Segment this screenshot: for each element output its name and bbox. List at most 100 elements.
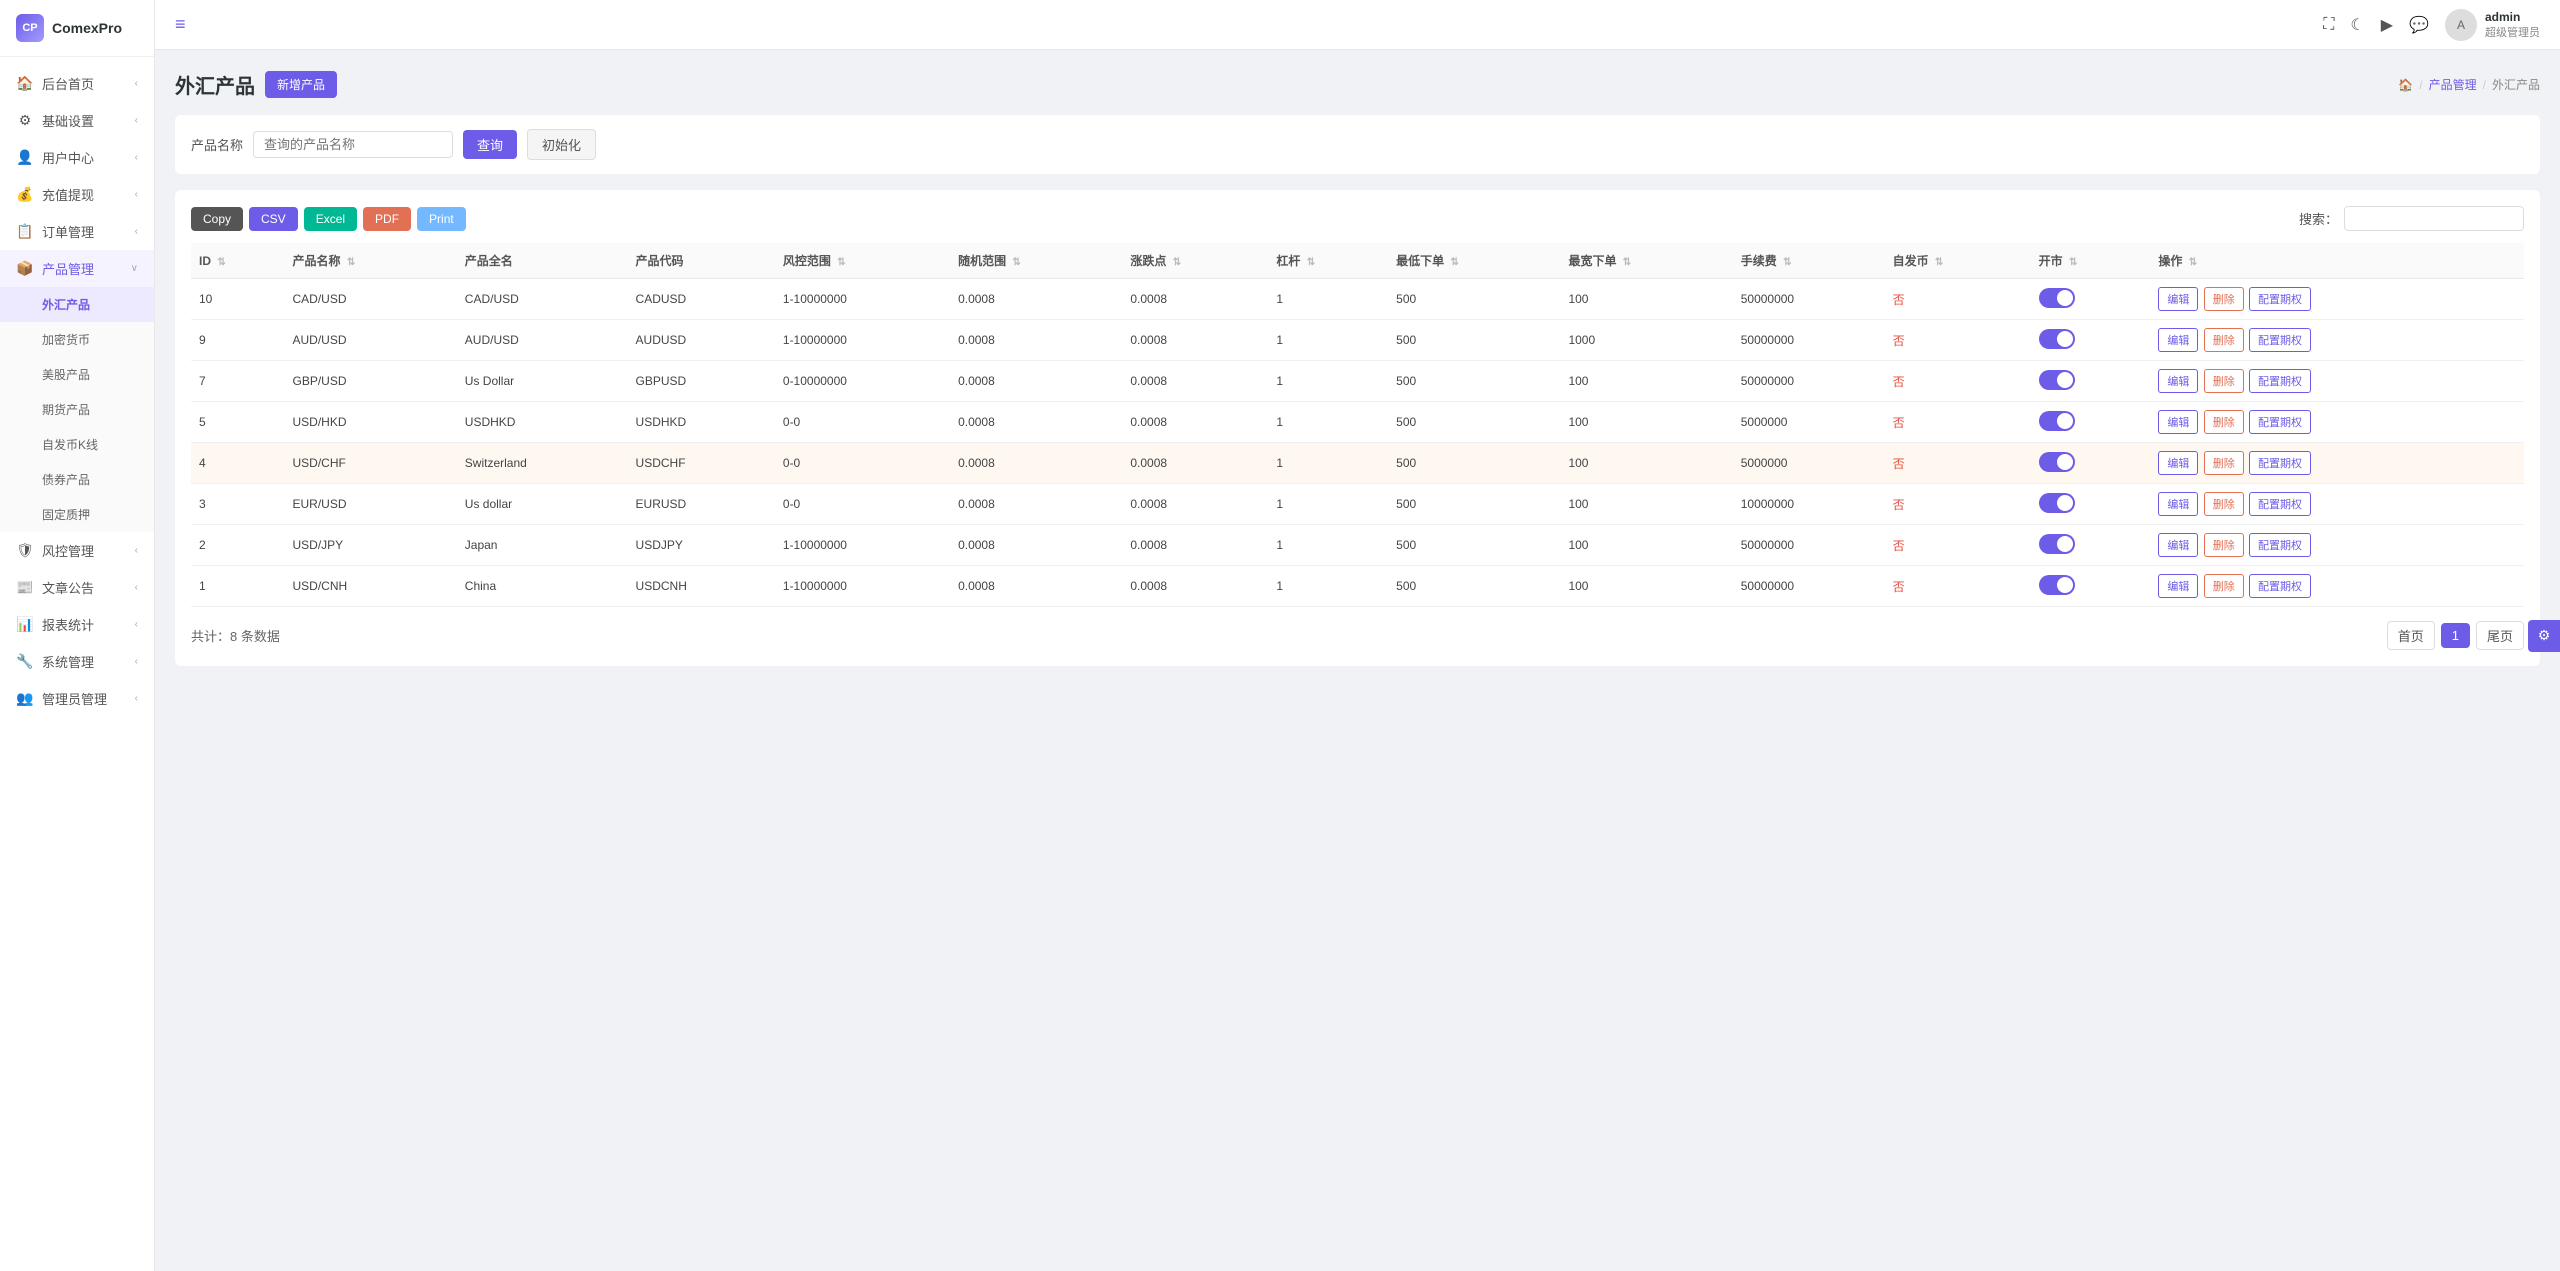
edit-button[interactable]: 编辑 (2158, 533, 2198, 557)
toggle-open[interactable] (2039, 411, 2075, 431)
sidebar-item-dashboard[interactable]: 🏠 后台首页 ‹ (0, 65, 154, 102)
edit-button[interactable]: 编辑 (2158, 410, 2198, 434)
delete-button[interactable]: 删除 (2204, 492, 2244, 516)
video-icon[interactable]: ▶ (2381, 15, 2393, 35)
toggle-open[interactable] (2039, 575, 2075, 595)
col-risk-range[interactable]: 风控范围 ⇅ (775, 243, 950, 279)
toggle-open[interactable] (2039, 288, 2075, 308)
cell-id: 1 (191, 566, 285, 607)
col-max-order[interactable]: 最宽下单 ⇅ (1560, 243, 1732, 279)
sidebar-item-announcements[interactable]: 📰 文章公告 ‹ (0, 569, 154, 606)
sidebar-item-us-stocks[interactable]: 美股产品 (0, 357, 154, 392)
config-button[interactable]: 配置期权 (2249, 287, 2311, 311)
dark-mode-icon[interactable]: ☾ (2350, 15, 2364, 35)
config-button[interactable]: 配置期权 (2249, 533, 2311, 557)
sidebar-item-bonds[interactable]: 债券产品 (0, 462, 154, 497)
cell-open (2031, 525, 2151, 566)
cell-risk-range: 1-10000000 (775, 279, 950, 320)
config-button[interactable]: 配置期权 (2249, 492, 2311, 516)
first-page-button[interactable]: 首页 (2387, 621, 2435, 650)
toggle-open[interactable] (2039, 329, 2075, 349)
search-button[interactable]: 查询 (463, 130, 517, 159)
cell-fee: 50000000 (1733, 525, 1885, 566)
sidebar-item-order-mgmt[interactable]: 📋 订单管理 ‹ (0, 213, 154, 250)
settings-fab[interactable]: ⚙ (2528, 620, 2560, 652)
col-open[interactable]: 开市 ⇅ (2031, 243, 2151, 279)
chevron-icon: ‹ (135, 545, 138, 556)
col-random-range[interactable]: 随机范围 ⇅ (950, 243, 1122, 279)
chat-icon[interactable]: 💬 (2409, 15, 2429, 35)
last-page-button[interactable]: 尾页 (2476, 621, 2524, 650)
sidebar-item-basic-settings[interactable]: ⚙ 基础设置 ‹ (0, 102, 154, 139)
col-leverage[interactable]: 杠杆 ⇅ (1268, 243, 1388, 279)
hamburger-icon[interactable]: ≡ (175, 14, 186, 35)
col-currency[interactable]: 自发币 ⇅ (1885, 243, 2031, 279)
sidebar-item-reports[interactable]: 📊 报表统计 ‹ (0, 606, 154, 643)
table-search-input[interactable] (2344, 206, 2524, 231)
delete-button[interactable]: 删除 (2204, 574, 2244, 598)
toggle-open[interactable] (2039, 534, 2075, 554)
config-button[interactable]: 配置期权 (2249, 574, 2311, 598)
config-button[interactable]: 配置期权 (2249, 328, 2311, 352)
new-product-button[interactable]: 新增产品 (265, 71, 337, 98)
sidebar: CP ComexPro 🏠 后台首页 ‹ ⚙ 基础设置 ‹ 👤 用户中心 (0, 0, 155, 1271)
copy-button[interactable]: Copy (191, 207, 243, 231)
col-id[interactable]: ID ⇅ (191, 243, 285, 279)
excel-button[interactable]: Excel (304, 207, 357, 231)
sidebar-item-selfcoin-chart[interactable]: 自发币K线 (0, 427, 154, 462)
sidebar-item-crypto[interactable]: 加密货币 (0, 322, 154, 357)
toggle-open[interactable] (2039, 370, 2075, 390)
delete-button[interactable]: 删除 (2204, 287, 2244, 311)
edit-button[interactable]: 编辑 (2158, 574, 2198, 598)
toggle-open[interactable] (2039, 493, 2075, 513)
sidebar-item-product-mgmt[interactable]: 📦 产品管理 ∨ (0, 250, 154, 287)
page-1-button[interactable]: 1 (2441, 623, 2470, 648)
delete-button[interactable]: 删除 (2204, 369, 2244, 393)
delete-button[interactable]: 删除 (2204, 533, 2244, 557)
fullscreen-icon[interactable]: ⛶ (2323, 16, 2334, 34)
cell-name: CAD/USD (285, 279, 457, 320)
delete-button[interactable]: 删除 (2204, 410, 2244, 434)
cell-open (2031, 566, 2151, 607)
cell-fullname: Us Dollar (457, 361, 628, 402)
user-role: 超级管理员 (2485, 24, 2540, 40)
sidebar-item-user-center[interactable]: 👤 用户中心 ‹ (0, 139, 154, 176)
edit-button[interactable]: 编辑 (2158, 328, 2198, 352)
config-button[interactable]: 配置期权 (2249, 410, 2311, 434)
pagination: 首页 1 尾页 (2387, 621, 2524, 650)
csv-button[interactable]: CSV (249, 207, 298, 231)
table-row: 4 USD/CHF Switzerland USDCHF 0-0 0.0008 … (191, 443, 2524, 484)
sidebar-item-recharge[interactable]: 💰 充值提现 ‹ (0, 176, 154, 213)
config-button[interactable]: 配置期权 (2249, 451, 2311, 475)
col-name[interactable]: 产品名称 ⇅ (285, 243, 457, 279)
cell-spread: 0.0008 (1122, 361, 1268, 402)
sidebar-item-risk-mgmt[interactable]: 🛡 风控管理 ‹ (0, 532, 154, 569)
sidebar-item-admin-mgmt[interactable]: 👥 管理员管理 ‹ (0, 680, 154, 717)
breadcrumb-home-icon[interactable]: 🏠 (2398, 78, 2413, 92)
col-min-order[interactable]: 最低下单 ⇅ (1388, 243, 1560, 279)
pdf-button[interactable]: PDF (363, 207, 411, 231)
col-fee[interactable]: 手续费 ⇅ (1733, 243, 1885, 279)
sidebar-item-system-mgmt[interactable]: 🔧 系统管理 ‹ (0, 643, 154, 680)
col-action[interactable]: 操作 ⇅ (2150, 243, 2524, 279)
edit-button[interactable]: 编辑 (2158, 492, 2198, 516)
config-button[interactable]: 配置期权 (2249, 369, 2311, 393)
sidebar-item-fixed-margin[interactable]: 固定质押 (0, 497, 154, 532)
edit-button[interactable]: 编辑 (2158, 287, 2198, 311)
print-button[interactable]: Print (417, 207, 466, 231)
cell-action: 编辑 删除 配置期权 (2150, 525, 2524, 566)
reset-button[interactable]: 初始化 (527, 129, 596, 160)
search-input[interactable] (253, 131, 453, 158)
toggle-open[interactable] (2039, 452, 2075, 472)
edit-button[interactable]: 编辑 (2158, 451, 2198, 475)
sidebar-item-futures[interactable]: 期货产品 (0, 392, 154, 427)
delete-button[interactable]: 删除 (2204, 328, 2244, 352)
cell-fee: 5000000 (1733, 402, 1885, 443)
edit-button[interactable]: 编辑 (2158, 369, 2198, 393)
delete-button[interactable]: 删除 (2204, 451, 2244, 475)
col-spread[interactable]: 涨跌点 ⇅ (1122, 243, 1268, 279)
breadcrumb-product-mgmt[interactable]: 产品管理 (2429, 76, 2477, 93)
sidebar-item-label: 充值提现 (42, 185, 94, 204)
sidebar-item-forex-products[interactable]: 外汇产品 (0, 287, 154, 322)
top-header: ≡ ⛶ ☾ ▶ 💬 A admin 超级管理员 (155, 0, 2560, 50)
